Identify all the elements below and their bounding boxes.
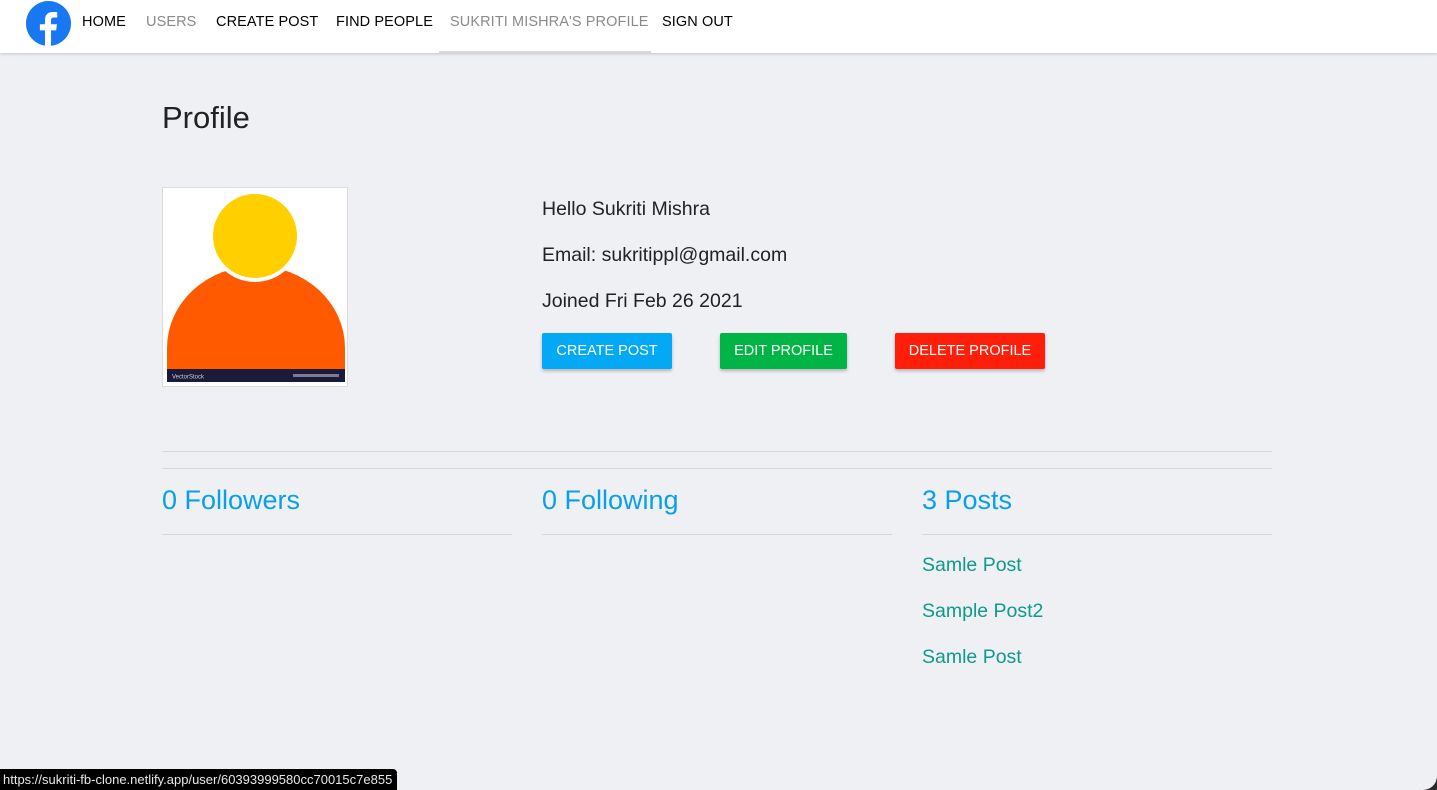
section-divider — [162, 468, 1272, 469]
followers-divider — [162, 534, 512, 535]
page-title: Profile — [162, 100, 250, 135]
following-divider — [542, 534, 892, 535]
posts-count[interactable]: 3 Posts — [922, 485, 1012, 516]
nav-users[interactable]: USERS — [146, 0, 196, 53]
avatar-watermark-text: VectorStock — [172, 375, 205, 381]
nav-find-people[interactable]: FIND PEOPLE — [336, 0, 433, 53]
profile-joined-date: Joined Fri Feb 26 2021 — [542, 290, 743, 312]
followers-count[interactable]: 0 Followers — [162, 485, 300, 516]
nav-home[interactable]: HOME — [82, 0, 126, 53]
profile-avatar: VectorStock — [162, 187, 348, 387]
nav-create-post[interactable]: CREATE POST — [216, 0, 318, 53]
avatar-head-shape — [209, 190, 301, 282]
post-link[interactable]: Sample Post2 — [922, 600, 1043, 623]
posts-divider — [922, 534, 1272, 535]
page: HOME USERS CREATE POST FIND PEOPLE SUKRI… — [0, 0, 1437, 790]
post-link[interactable]: Samle Post — [922, 646, 1022, 669]
edit-profile-button[interactable]: EDIT PROFILE — [720, 333, 847, 369]
nav-my-profile[interactable]: SUKRITI MISHRA'S PROFILE — [439, 0, 651, 53]
profile-email: Email: sukritippl@gmail.com — [542, 244, 788, 266]
following-count[interactable]: 0 Following — [542, 485, 679, 516]
create-post-button[interactable]: CREATE POST — [542, 333, 672, 369]
section-divider — [162, 451, 1272, 452]
nav-sign-out[interactable]: SIGN OUT — [662, 0, 733, 53]
delete-profile-button[interactable]: DELETE PROFILE — [895, 333, 1045, 369]
profile-greeting: Hello Sukriti Mishra — [542, 198, 710, 220]
top-navbar: HOME USERS CREATE POST FIND PEOPLE SUKRI… — [0, 0, 1437, 53]
facebook-logo-icon[interactable] — [25, 0, 72, 47]
status-bar-url: https://sukriti-fb-clone.netlify.app/use… — [0, 769, 398, 790]
post-link[interactable]: Samle Post — [922, 554, 1022, 577]
